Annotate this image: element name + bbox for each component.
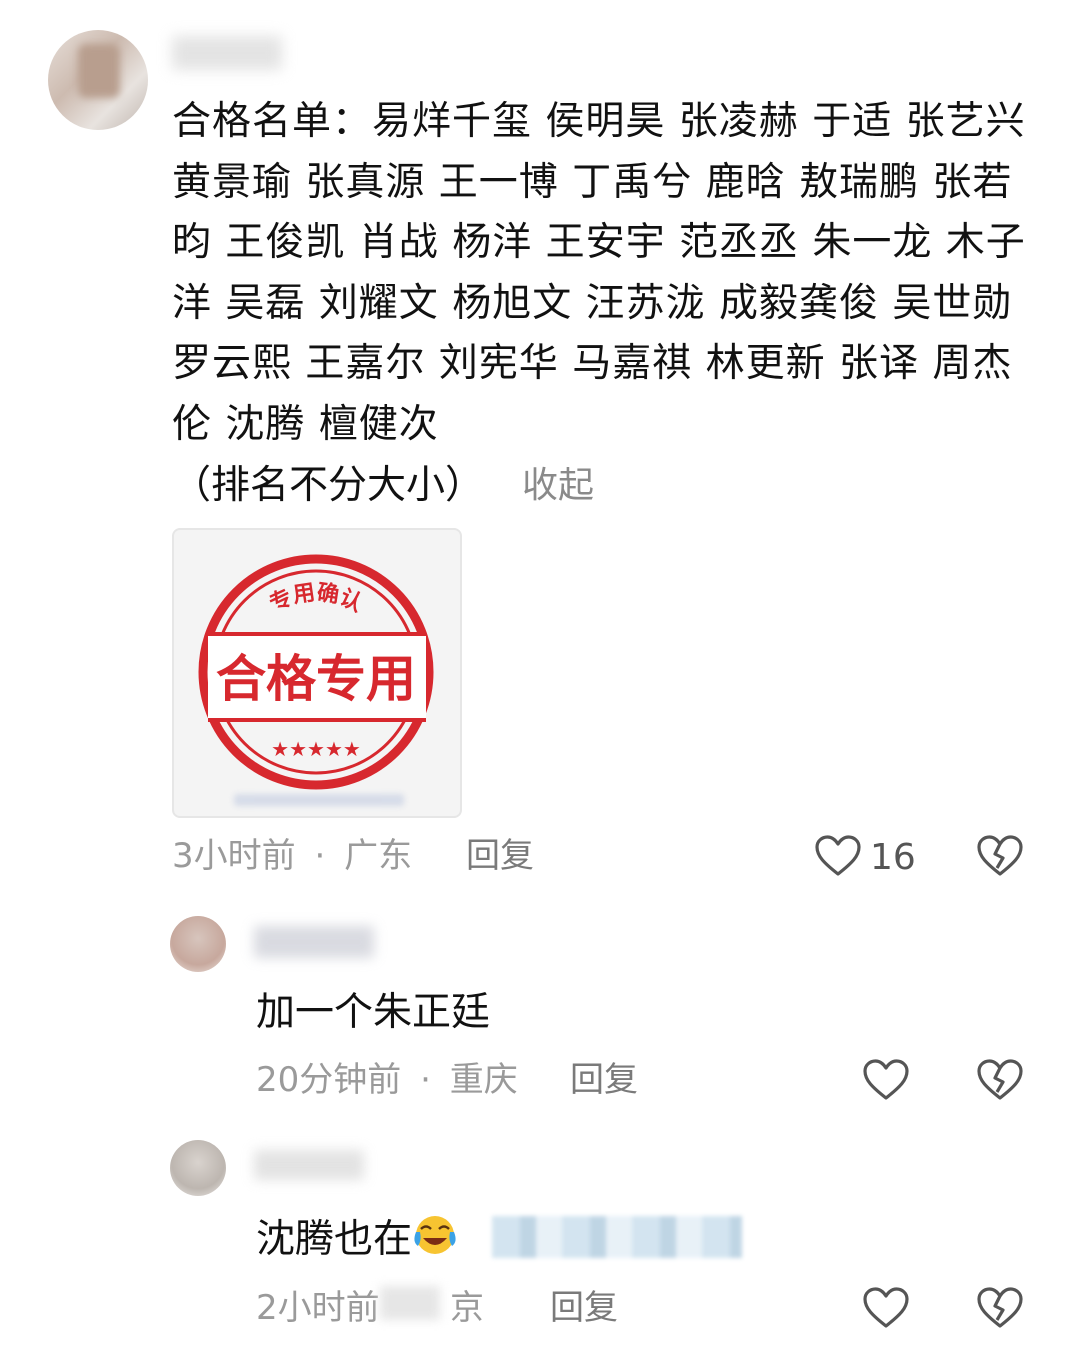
reply-username-blurred[interactable] — [254, 926, 374, 958]
stamp-stars: ★★★★★ — [271, 737, 361, 761]
blurred-text-region — [492, 1216, 742, 1258]
comment-image[interactable]: 专用确认 合格专用 ★★★★★ — [172, 528, 462, 818]
comment-location: 广东 — [344, 836, 413, 876]
reply-location: 京 — [450, 1288, 484, 1328]
like-button[interactable] — [862, 1286, 912, 1332]
reply-avatar[interactable] — [170, 916, 226, 972]
heart-outline-icon — [863, 1059, 909, 1100]
reply-avatar[interactable] — [170, 1140, 226, 1196]
dislike-button[interactable] — [976, 1286, 1026, 1332]
comment-meta: 3小时前 · 广东 — [172, 834, 412, 878]
comment-note: （排名不分大小） — [172, 463, 485, 508]
heart-outline-icon — [815, 835, 861, 876]
commenter-avatar[interactable] — [48, 30, 148, 130]
broken-heart-icon — [977, 1059, 1023, 1100]
reply-button[interactable]: 回复 — [570, 1058, 638, 1102]
blurred-meta-region — [380, 1286, 440, 1320]
qualified-stamp-image: 专用确认 合格专用 ★★★★★ — [198, 554, 434, 790]
dislike-button[interactable] — [976, 834, 1026, 880]
like-button[interactable] — [862, 1058, 912, 1104]
broken-heart-icon — [977, 1287, 1023, 1328]
reply-location: 重庆 — [449, 1060, 518, 1100]
meta-separator: · — [314, 836, 326, 876]
reply-meta: 20分钟前 · 重庆 — [256, 1058, 518, 1102]
dislike-button[interactable] — [976, 1058, 1026, 1104]
reply-time: 20分钟前 — [256, 1060, 402, 1100]
heart-outline-icon — [863, 1287, 909, 1328]
broken-heart-icon — [977, 835, 1023, 876]
reply-button[interactable]: 回复 — [550, 1286, 618, 1330]
reply-text: 加一个朱正廷 — [256, 990, 491, 1035]
stamp-top-text: 专用确认 — [266, 579, 367, 617]
comment-time: 3小时前 — [172, 836, 296, 876]
reply-meta: 2小时前 — [256, 1286, 380, 1330]
laughing-crying-emoji-icon — [412, 1212, 458, 1271]
reply-text: 沈腾也在 — [256, 1212, 458, 1271]
meta-separator: · — [420, 1060, 431, 1100]
svg-text:专用确认: 专用确认 — [266, 579, 367, 617]
reply-username-blurred[interactable] — [254, 1150, 364, 1180]
commenter-name-blurred[interactable] — [172, 36, 282, 70]
collapse-button[interactable]: 收起 — [522, 456, 594, 516]
reply-text-content: 沈腾也在 — [256, 1217, 413, 1262]
reply-button[interactable]: 回复 — [466, 834, 534, 878]
image-watermark — [234, 794, 404, 806]
like-button[interactable] — [814, 834, 864, 880]
like-count: 16 — [870, 837, 916, 878]
comment-text: 合格名单：易烊千玺 侯明昊 张凌赫 于适 张艺兴 黄景瑜 张真源 王一博 丁禹兮… — [172, 99, 1026, 447]
stamp-main-text: 合格专用 — [216, 650, 416, 708]
reply-time: 2小时前 — [256, 1288, 380, 1328]
